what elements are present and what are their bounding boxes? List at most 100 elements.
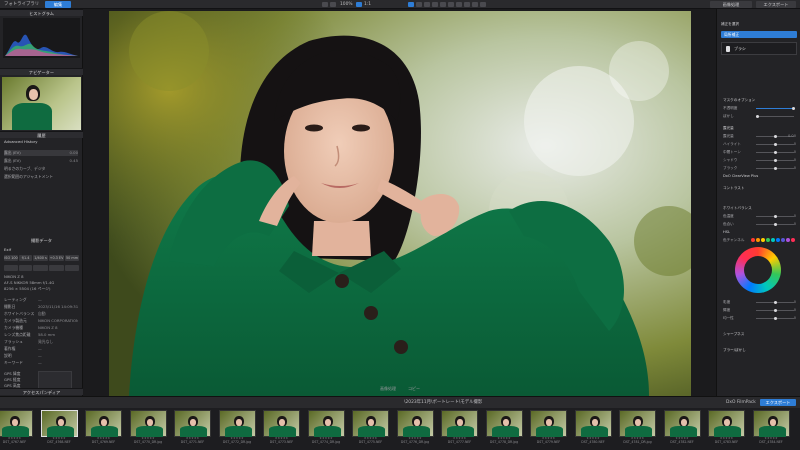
redeye-icon[interactable] — [448, 2, 454, 7]
slider-knob[interactable] — [774, 214, 777, 218]
crop-icon[interactable] — [408, 2, 414, 7]
history-group[interactable]: Advanced History — [4, 139, 78, 145]
white-balance-slider[interactable] — [756, 222, 794, 226]
mask-icon[interactable] — [472, 2, 478, 7]
exposure-adjust-slider[interactable] — [756, 142, 794, 146]
hsl-slider[interactable] — [756, 316, 794, 320]
clearview-header[interactable]: DxO ClearView Plus — [723, 173, 796, 179]
slider-knob[interactable] — [774, 300, 777, 304]
mask-options-header[interactable]: マスクのオプション — [723, 97, 796, 103]
metadata-title[interactable]: 撮影データ — [0, 237, 83, 244]
film-thumbnail[interactable] — [485, 410, 523, 437]
exposure-header[interactable]: 露光量 — [723, 125, 796, 131]
color-swatch[interactable] — [791, 238, 795, 242]
local-adjust-mode[interactable]: 局所補正 — [721, 31, 797, 38]
process-label[interactable]: 画像処理 — [380, 386, 396, 392]
histogram-title[interactable]: ヒストグラム — [0, 9, 83, 16]
hsl-row[interactable]: 輝度 0 — [723, 307, 796, 313]
color-swatch[interactable] — [786, 238, 790, 242]
exposure-adjust-slider[interactable] — [756, 158, 794, 162]
slider-knob[interactable] — [774, 158, 777, 162]
color-swatch[interactable] — [781, 238, 785, 242]
feather-row[interactable]: ぼかし — [723, 113, 796, 119]
gps-fields[interactable] — [38, 371, 72, 389]
horizon-icon[interactable] — [416, 2, 422, 7]
film-thumbnail[interactable] — [174, 410, 211, 437]
white-balance-value[interactable]: 0 — [794, 221, 796, 227]
hsl-slider[interactable] — [756, 308, 794, 312]
slider-knob[interactable] — [774, 308, 777, 312]
color-swatch[interactable] — [776, 238, 780, 242]
slider-knob[interactable] — [774, 222, 777, 226]
color-swatch[interactable] — [756, 238, 760, 242]
navigator-title[interactable]: ナビゲーター — [0, 68, 83, 75]
exposure-adjust-value[interactable]: 0 — [794, 165, 796, 171]
contrast-header[interactable]: コントラスト — [723, 185, 796, 191]
collection-label[interactable]: DxO FilmPack — [726, 399, 756, 406]
history-item[interactable]: 選択範囲のアジャストメント — [4, 174, 78, 180]
white-balance-header[interactable]: ホワイトバランス — [723, 205, 796, 211]
film-thumbnail[interactable] — [619, 410, 656, 437]
color-wheel[interactable] — [735, 247, 781, 293]
hsl-slider[interactable] — [756, 300, 794, 304]
hsl-row[interactable]: 彩度 0 — [723, 299, 796, 305]
main-photo[interactable] — [109, 11, 691, 396]
color-swatch[interactable] — [766, 238, 770, 242]
bottom-panel-title[interactable]: アクセスパンディア — [0, 388, 83, 395]
hsl-row[interactable]: 均一性 0 — [723, 315, 796, 321]
color-swatch[interactable] — [761, 238, 765, 242]
history-item[interactable]: 露出 (EV) 0.45 — [4, 158, 78, 164]
history-item[interactable]: 明るさのカーブ、デジタ — [4, 166, 78, 172]
film-thumbnail[interactable] — [307, 410, 345, 437]
grid-icon[interactable] — [480, 2, 486, 7]
white-balance-slider[interactable] — [756, 214, 794, 218]
navigator-thumbnail[interactable] — [2, 77, 81, 130]
compare-icon[interactable] — [322, 2, 328, 7]
copy-label[interactable]: コピー — [408, 386, 420, 392]
before-after-icon[interactable] — [330, 2, 336, 7]
white-balance-icon[interactable] — [456, 2, 462, 7]
exposure-adjust-value[interactable]: 0 — [794, 141, 796, 147]
repair-icon[interactable] — [432, 2, 438, 7]
color-swatch[interactable] — [771, 238, 775, 242]
white-balance-row[interactable]: 色合い 0 — [723, 221, 796, 227]
exif-label[interactable]: Exif — [4, 247, 78, 253]
edit-tab[interactable]: 編集 — [45, 1, 71, 8]
process-button[interactable]: 画像処理 — [710, 1, 752, 8]
history-title[interactable]: 履歴 — [0, 131, 83, 138]
zoom-fit[interactable]: 1:1 — [364, 1, 371, 8]
exposure-adjust-row[interactable]: 露光量 0.00 — [723, 133, 796, 139]
zoom-level[interactable]: 100% — [340, 1, 353, 8]
exposure-adjust-row[interactable]: ブラック 0 — [723, 165, 796, 171]
local-adjust-icon[interactable] — [440, 2, 446, 7]
exposure-adjust-row[interactable]: シャドウ 0 — [723, 157, 796, 163]
film-thumbnail[interactable] — [574, 410, 612, 437]
film-thumbnail[interactable] — [0, 410, 33, 437]
film-thumbnail[interactable] — [352, 410, 389, 437]
film-thumbnail[interactable] — [218, 410, 256, 437]
film-thumbnail[interactable] — [530, 410, 567, 437]
exposure-adjust-row[interactable]: 中間トーン 0 — [723, 149, 796, 155]
film-thumbnail[interactable] — [396, 410, 434, 437]
exposure-adjust-row[interactable]: ハイライト 0 — [723, 141, 796, 147]
color-swatches[interactable] — [751, 238, 797, 242]
slider-knob[interactable] — [774, 150, 777, 154]
exposure-adjust-value[interactable]: 0.00 — [788, 133, 796, 139]
white-balance-value[interactable]: 0 — [794, 213, 796, 219]
hsl-header[interactable]: HSL — [723, 229, 796, 235]
slider-knob[interactable] — [774, 166, 777, 170]
hsl-value[interactable]: 0 — [794, 315, 796, 321]
sharpness-header[interactable]: シャープネス — [723, 331, 796, 337]
slider-knob[interactable] — [774, 142, 777, 146]
slider-knob[interactable] — [774, 316, 777, 320]
tool-preset[interactable]: ブラシ — [721, 42, 797, 55]
folder-path[interactable]: \2023年11月\ポートレート\モデル撮影 — [404, 399, 482, 406]
film-thumbnail[interactable] — [40, 410, 78, 437]
exposure-adjust-value[interactable]: 0 — [794, 157, 796, 163]
fit-icon[interactable] — [356, 2, 362, 7]
film-thumbnail[interactable] — [263, 410, 300, 437]
exposure-adjust-slider[interactable] — [756, 150, 794, 154]
filmstrip-export-button[interactable]: エクスポート — [760, 399, 796, 406]
hsl-value[interactable]: 0 — [794, 307, 796, 313]
film-thumbnail[interactable] — [663, 410, 701, 437]
